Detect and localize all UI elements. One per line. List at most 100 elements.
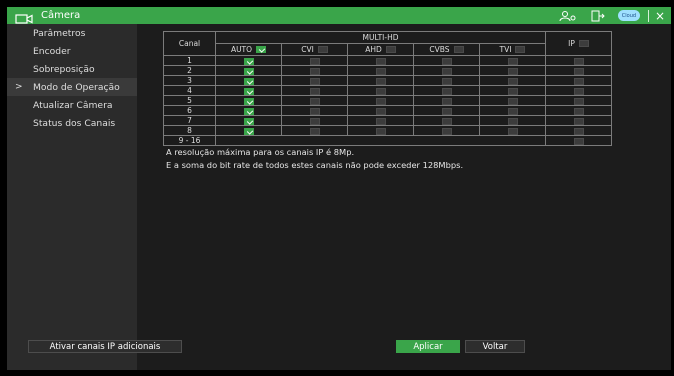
apply-button[interactable]: Aplicar (396, 340, 460, 353)
cvbs-checkbox[interactable] (441, 87, 452, 95)
sidebar-item-status-dos-canais[interactable]: Status dos Canais (7, 114, 137, 132)
cvbs-checkbox[interactable] (441, 107, 452, 115)
cvbs-header: CVBS (413, 43, 480, 56)
title-separator (647, 9, 649, 22)
ip-checkbox[interactable] (573, 87, 584, 95)
canal-cell: 1 (163, 55, 216, 66)
sidebar-item-label: Parâmetros (33, 27, 86, 39)
table-row: 9 - 16 (163, 135, 612, 146)
sidebar-item-parametros[interactable]: Parâmetros (7, 24, 137, 42)
ip-checkbox[interactable] (573, 97, 584, 105)
ahd-all-checkbox[interactable] (385, 46, 396, 53)
ahd-checkbox[interactable] (375, 107, 386, 115)
tvi-checkbox[interactable] (507, 67, 518, 75)
tvi-cell (479, 95, 546, 106)
canal-cell: 7 (163, 115, 216, 126)
user-settings-icon[interactable] (558, 9, 578, 23)
auto-header: AUTO (215, 43, 282, 56)
tvi-checkbox[interactable] (507, 87, 518, 95)
tvi-checkbox[interactable] (507, 97, 518, 105)
tvi-cell (479, 85, 546, 96)
cvbs-cell (413, 55, 480, 66)
ip-checkbox[interactable] (573, 77, 584, 85)
auto-checkbox[interactable] (243, 57, 254, 65)
sidebar: Parâmetros Encoder Sobreposição > Modo de… (7, 24, 137, 370)
tvi-checkbox[interactable] (507, 77, 518, 85)
ip-checkbox[interactable] (573, 57, 584, 65)
ahd-checkbox[interactable] (375, 127, 386, 135)
back-button[interactable]: Voltar (465, 340, 525, 353)
ip-checkbox[interactable] (573, 137, 584, 145)
ahd-checkbox[interactable] (375, 87, 386, 95)
sidebar-item-atualizar-camera[interactable]: Atualizar Câmera (7, 96, 137, 114)
ip-checkbox[interactable] (573, 117, 584, 125)
auto-checkbox[interactable] (243, 97, 254, 105)
ahd-checkbox[interactable] (375, 97, 386, 105)
cvbs-checkbox[interactable] (441, 117, 452, 125)
sidebar-item-modo-de-operacao[interactable]: > Modo de Operação (7, 78, 137, 96)
sidebar-item-label: Status dos Canais (33, 117, 116, 129)
note-bitrate-limit: E a soma do bit rate de todos estes cana… (166, 160, 464, 170)
ahd-checkbox[interactable] (375, 117, 386, 125)
multi-hd-header: MULTI-HD (215, 31, 546, 44)
tvi-checkbox[interactable] (507, 127, 518, 135)
auto-checkbox[interactable] (243, 87, 254, 95)
cvi-checkbox[interactable] (309, 67, 320, 75)
enable-extra-ip-channels-button[interactable]: Ativar canais IP adicionais (28, 340, 182, 353)
ahd-checkbox[interactable] (375, 67, 386, 75)
cvbs-checkbox[interactable] (441, 77, 452, 85)
cvi-all-checkbox[interactable] (317, 46, 328, 53)
ahd-cell (347, 115, 414, 126)
cvbs-checkbox[interactable] (441, 97, 452, 105)
tvi-checkbox[interactable] (507, 117, 518, 125)
ip-checkbox[interactable] (573, 127, 584, 135)
cvi-checkbox[interactable] (309, 77, 320, 85)
logout-icon[interactable] (588, 9, 608, 23)
auto-checkbox[interactable] (243, 117, 254, 125)
ip-cell (545, 75, 612, 86)
tvi-checkbox[interactable] (507, 57, 518, 65)
ahd-checkbox[interactable] (375, 77, 386, 85)
camera-icon (15, 10, 35, 24)
ahd-cell (347, 105, 414, 116)
tvi-all-checkbox[interactable] (515, 46, 526, 53)
cvbs-cell (413, 65, 480, 76)
sidebar-item-label: Atualizar Câmera (33, 99, 113, 111)
ip-cell (545, 125, 612, 136)
sidebar-item-sobreposicao[interactable]: Sobreposição (7, 60, 137, 78)
ahd-header-label: AHD (365, 45, 382, 54)
cvi-checkbox[interactable] (309, 127, 320, 135)
auto-checkbox[interactable] (243, 127, 254, 135)
cvbs-checkbox[interactable] (441, 127, 452, 135)
ip-checkbox[interactable] (573, 67, 584, 75)
cloud-icon[interactable]: Cloud (617, 10, 640, 21)
ahd-cell (347, 85, 414, 96)
cvbs-checkbox[interactable] (441, 57, 452, 65)
close-icon[interactable]: × (655, 10, 665, 22)
ip-header: IP (545, 31, 612, 56)
auto-checkbox[interactable] (243, 77, 254, 85)
tvi-cell (479, 115, 546, 126)
tvi-cell (479, 55, 546, 66)
cvi-checkbox[interactable] (309, 87, 320, 95)
canal-cell: 6 (163, 105, 216, 116)
auto-checkbox[interactable] (243, 67, 254, 75)
cvi-checkbox[interactable] (309, 117, 320, 125)
auto-checkbox[interactable] (243, 107, 254, 115)
cvbs-cell (413, 75, 480, 86)
cvi-checkbox[interactable] (309, 57, 320, 65)
tvi-checkbox[interactable] (507, 107, 518, 115)
ip-checkbox[interactable] (573, 107, 584, 115)
table-row: 3 (163, 75, 612, 86)
cvbs-checkbox[interactable] (441, 67, 452, 75)
cvi-checkbox[interactable] (309, 97, 320, 105)
ahd-cell (347, 55, 414, 66)
auto-all-checkbox[interactable] (256, 46, 267, 53)
ahd-cell (347, 125, 414, 136)
sidebar-item-encoder[interactable]: Encoder (7, 42, 137, 60)
ip-all-checkbox[interactable] (578, 40, 589, 47)
ahd-checkbox[interactable] (375, 57, 386, 65)
cvbs-all-checkbox[interactable] (453, 46, 464, 53)
cvbs-cell (413, 105, 480, 116)
cvi-checkbox[interactable] (309, 107, 320, 115)
